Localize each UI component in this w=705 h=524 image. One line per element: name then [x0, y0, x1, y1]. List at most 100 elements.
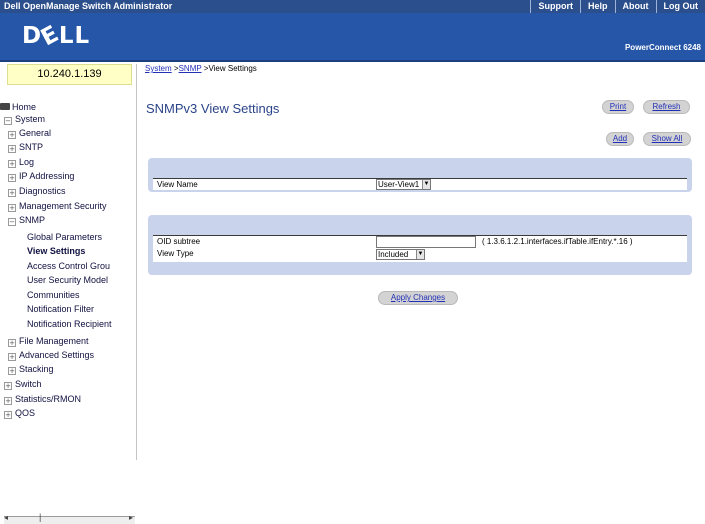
sidebar-horizontal-scrollbar[interactable]: ◂ | ▸ [4, 516, 135, 524]
plus-box-icon[interactable]: + [8, 353, 16, 361]
oid-subtree-input[interactable] [376, 236, 476, 248]
breadcrumb-current: View Settings [208, 64, 256, 73]
sidebar-item-diagnostics[interactable]: +Diagnostics [8, 185, 66, 197]
device-ip: 10.240.1.139 [7, 64, 132, 85]
refresh-button[interactable]: Refresh [643, 100, 690, 114]
view-type-value: Included [378, 250, 408, 259]
sidebar-item-label: Notification Recipient [27, 319, 112, 329]
plus-box-icon[interactable]: + [8, 131, 16, 139]
plus-box-icon[interactable]: + [4, 397, 12, 405]
sidebar-item-sntp[interactable]: +SNTP [8, 141, 43, 153]
sidebar-item-label: Notification Filter [27, 304, 94, 314]
sidebar-item-label: QOS [15, 408, 35, 418]
breadcrumb-snmp[interactable]: SNMP [179, 64, 202, 73]
sidebar: 10.240.1.139 Home−System+General+SNTP+Lo… [0, 64, 137, 460]
sidebar-item-user-security-model[interactable]: User Security Model [27, 274, 108, 286]
breadcrumb-separator: > [172, 64, 179, 73]
sidebar-item-label: Log [19, 157, 34, 167]
plus-box-icon[interactable]: + [8, 160, 16, 168]
support-link[interactable]: Support [530, 0, 580, 13]
sidebar-item-home[interactable]: Home [0, 101, 36, 113]
sidebar-item-label: User Security Model [27, 275, 108, 285]
breadcrumb-system[interactable]: System [145, 64, 172, 73]
sidebar-item-view-settings[interactable]: View Settings [27, 245, 85, 257]
sidebar-item-access-control-grou[interactable]: Access Control Grou [27, 260, 110, 272]
sidebar-item-label: File Management [19, 336, 89, 346]
view-name-panel: View Name User-View1 ▼ [148, 158, 692, 192]
sidebar-item-label: Advanced Settings [19, 350, 94, 360]
view-name-value: User-View1 [378, 180, 419, 189]
main-content: System >SNMP >View Settings SNMPv3 View … [138, 64, 705, 460]
help-link[interactable]: Help [580, 0, 615, 13]
dropdown-arrow-icon: ▼ [422, 180, 430, 189]
sidebar-item-label: Management Security [19, 201, 107, 211]
scroll-thumb[interactable]: | [39, 512, 41, 522]
sidebar-item-general[interactable]: +General [8, 127, 51, 139]
sidebar-item-label: General [19, 128, 51, 138]
sidebar-item-label: Access Control Grou [27, 261, 110, 271]
plus-box-icon[interactable]: + [8, 204, 16, 212]
sidebar-item-qos[interactable]: +QOS [4, 407, 35, 419]
sidebar-item-file-management[interactable]: +File Management [8, 335, 89, 347]
scroll-right-icon[interactable]: ▸ [129, 513, 133, 522]
plus-box-icon[interactable]: + [8, 339, 16, 347]
sidebar-item-log[interactable]: +Log [8, 156, 34, 168]
scroll-left-icon[interactable]: ◂ [4, 513, 8, 522]
top-bar: Dell OpenManage Switch Administrator Sup… [0, 0, 705, 13]
top-links: Support Help About Log Out [530, 0, 705, 13]
oid-subtree-label: OID subtree [157, 236, 200, 247]
view-type-select[interactable]: Included ▼ [376, 249, 425, 260]
sidebar-item-label: Stacking [19, 364, 54, 374]
sidebar-item-label: System [15, 114, 45, 124]
sidebar-item-notification-filter[interactable]: Notification Filter [27, 303, 94, 315]
dell-logo: DELL [22, 23, 90, 49]
minus-box-icon[interactable]: − [8, 218, 16, 226]
dropdown-arrow-icon: ▼ [416, 250, 424, 259]
app-title: Dell OpenManage Switch Administrator [4, 0, 172, 13]
plus-box-icon[interactable]: + [8, 367, 16, 375]
minus-box-icon[interactable]: − [4, 117, 12, 125]
plus-box-icon[interactable]: + [8, 145, 16, 153]
oid-subtree-row: OID subtree ( 1.3.6.1.2.1.interfaces.ifT… [153, 235, 687, 248]
sidebar-item-label: Global Parameters [27, 232, 102, 242]
model-name: PowerConnect 6248 [625, 43, 701, 52]
home-icon[interactable] [0, 103, 10, 110]
print-button[interactable]: Print [602, 100, 634, 114]
sidebar-item-label: View Settings [27, 246, 85, 256]
add-button[interactable]: Add [606, 132, 634, 146]
about-link[interactable]: About [615, 0, 656, 13]
sidebar-item-label: SNTP [19, 142, 43, 152]
breadcrumb: System >SNMP >View Settings [145, 64, 257, 73]
sidebar-item-label: Diagnostics [19, 186, 66, 196]
sidebar-item-snmp[interactable]: −SNMP [8, 214, 45, 226]
show-all-button[interactable]: Show All [643, 132, 691, 146]
header-banner: DELL PowerConnect 6248 [0, 13, 705, 62]
view-name-row: View Name User-View1 ▼ [153, 178, 687, 190]
sidebar-item-label: Communities [27, 290, 80, 300]
apply-changes-button[interactable]: Apply Changes [378, 291, 458, 305]
sidebar-item-statistics-rmon[interactable]: +Statistics/RMON [4, 393, 81, 405]
plus-box-icon[interactable]: + [4, 382, 12, 390]
sidebar-item-label: Home [12, 102, 36, 112]
oid-subtree-hint: ( 1.3.6.1.2.1.interfaces.ifTable.ifEntry… [482, 236, 633, 247]
sidebar-item-system[interactable]: −System [4, 113, 45, 125]
sidebar-item-label: Switch [15, 379, 42, 389]
sidebar-item-global-parameters[interactable]: Global Parameters [27, 231, 102, 243]
sidebar-item-communities[interactable]: Communities [27, 289, 80, 301]
plus-box-icon[interactable]: + [8, 189, 16, 197]
sidebar-item-switch[interactable]: +Switch [4, 378, 42, 390]
sidebar-item-stacking[interactable]: +Stacking [8, 363, 54, 375]
log-out-link[interactable]: Log Out [656, 0, 705, 13]
plus-box-icon[interactable]: + [4, 411, 12, 419]
view-type-label: View Type [157, 248, 194, 259]
sidebar-item-management-security[interactable]: +Management Security [8, 200, 107, 212]
view-type-row: View Type Included ▼ [153, 248, 687, 262]
plus-box-icon[interactable]: + [8, 174, 16, 182]
sidebar-item-notification-recipient[interactable]: Notification Recipient [27, 318, 112, 330]
sidebar-item-advanced-settings[interactable]: +Advanced Settings [8, 349, 94, 361]
view-settings-panel: OID subtree ( 1.3.6.1.2.1.interfaces.ifT… [148, 215, 692, 275]
view-name-select[interactable]: User-View1 ▼ [376, 179, 431, 190]
sidebar-item-ip-addressing[interactable]: +IP Addressing [8, 170, 74, 182]
sidebar-item-label: Statistics/RMON [15, 394, 81, 404]
view-name-label: View Name [157, 179, 198, 190]
